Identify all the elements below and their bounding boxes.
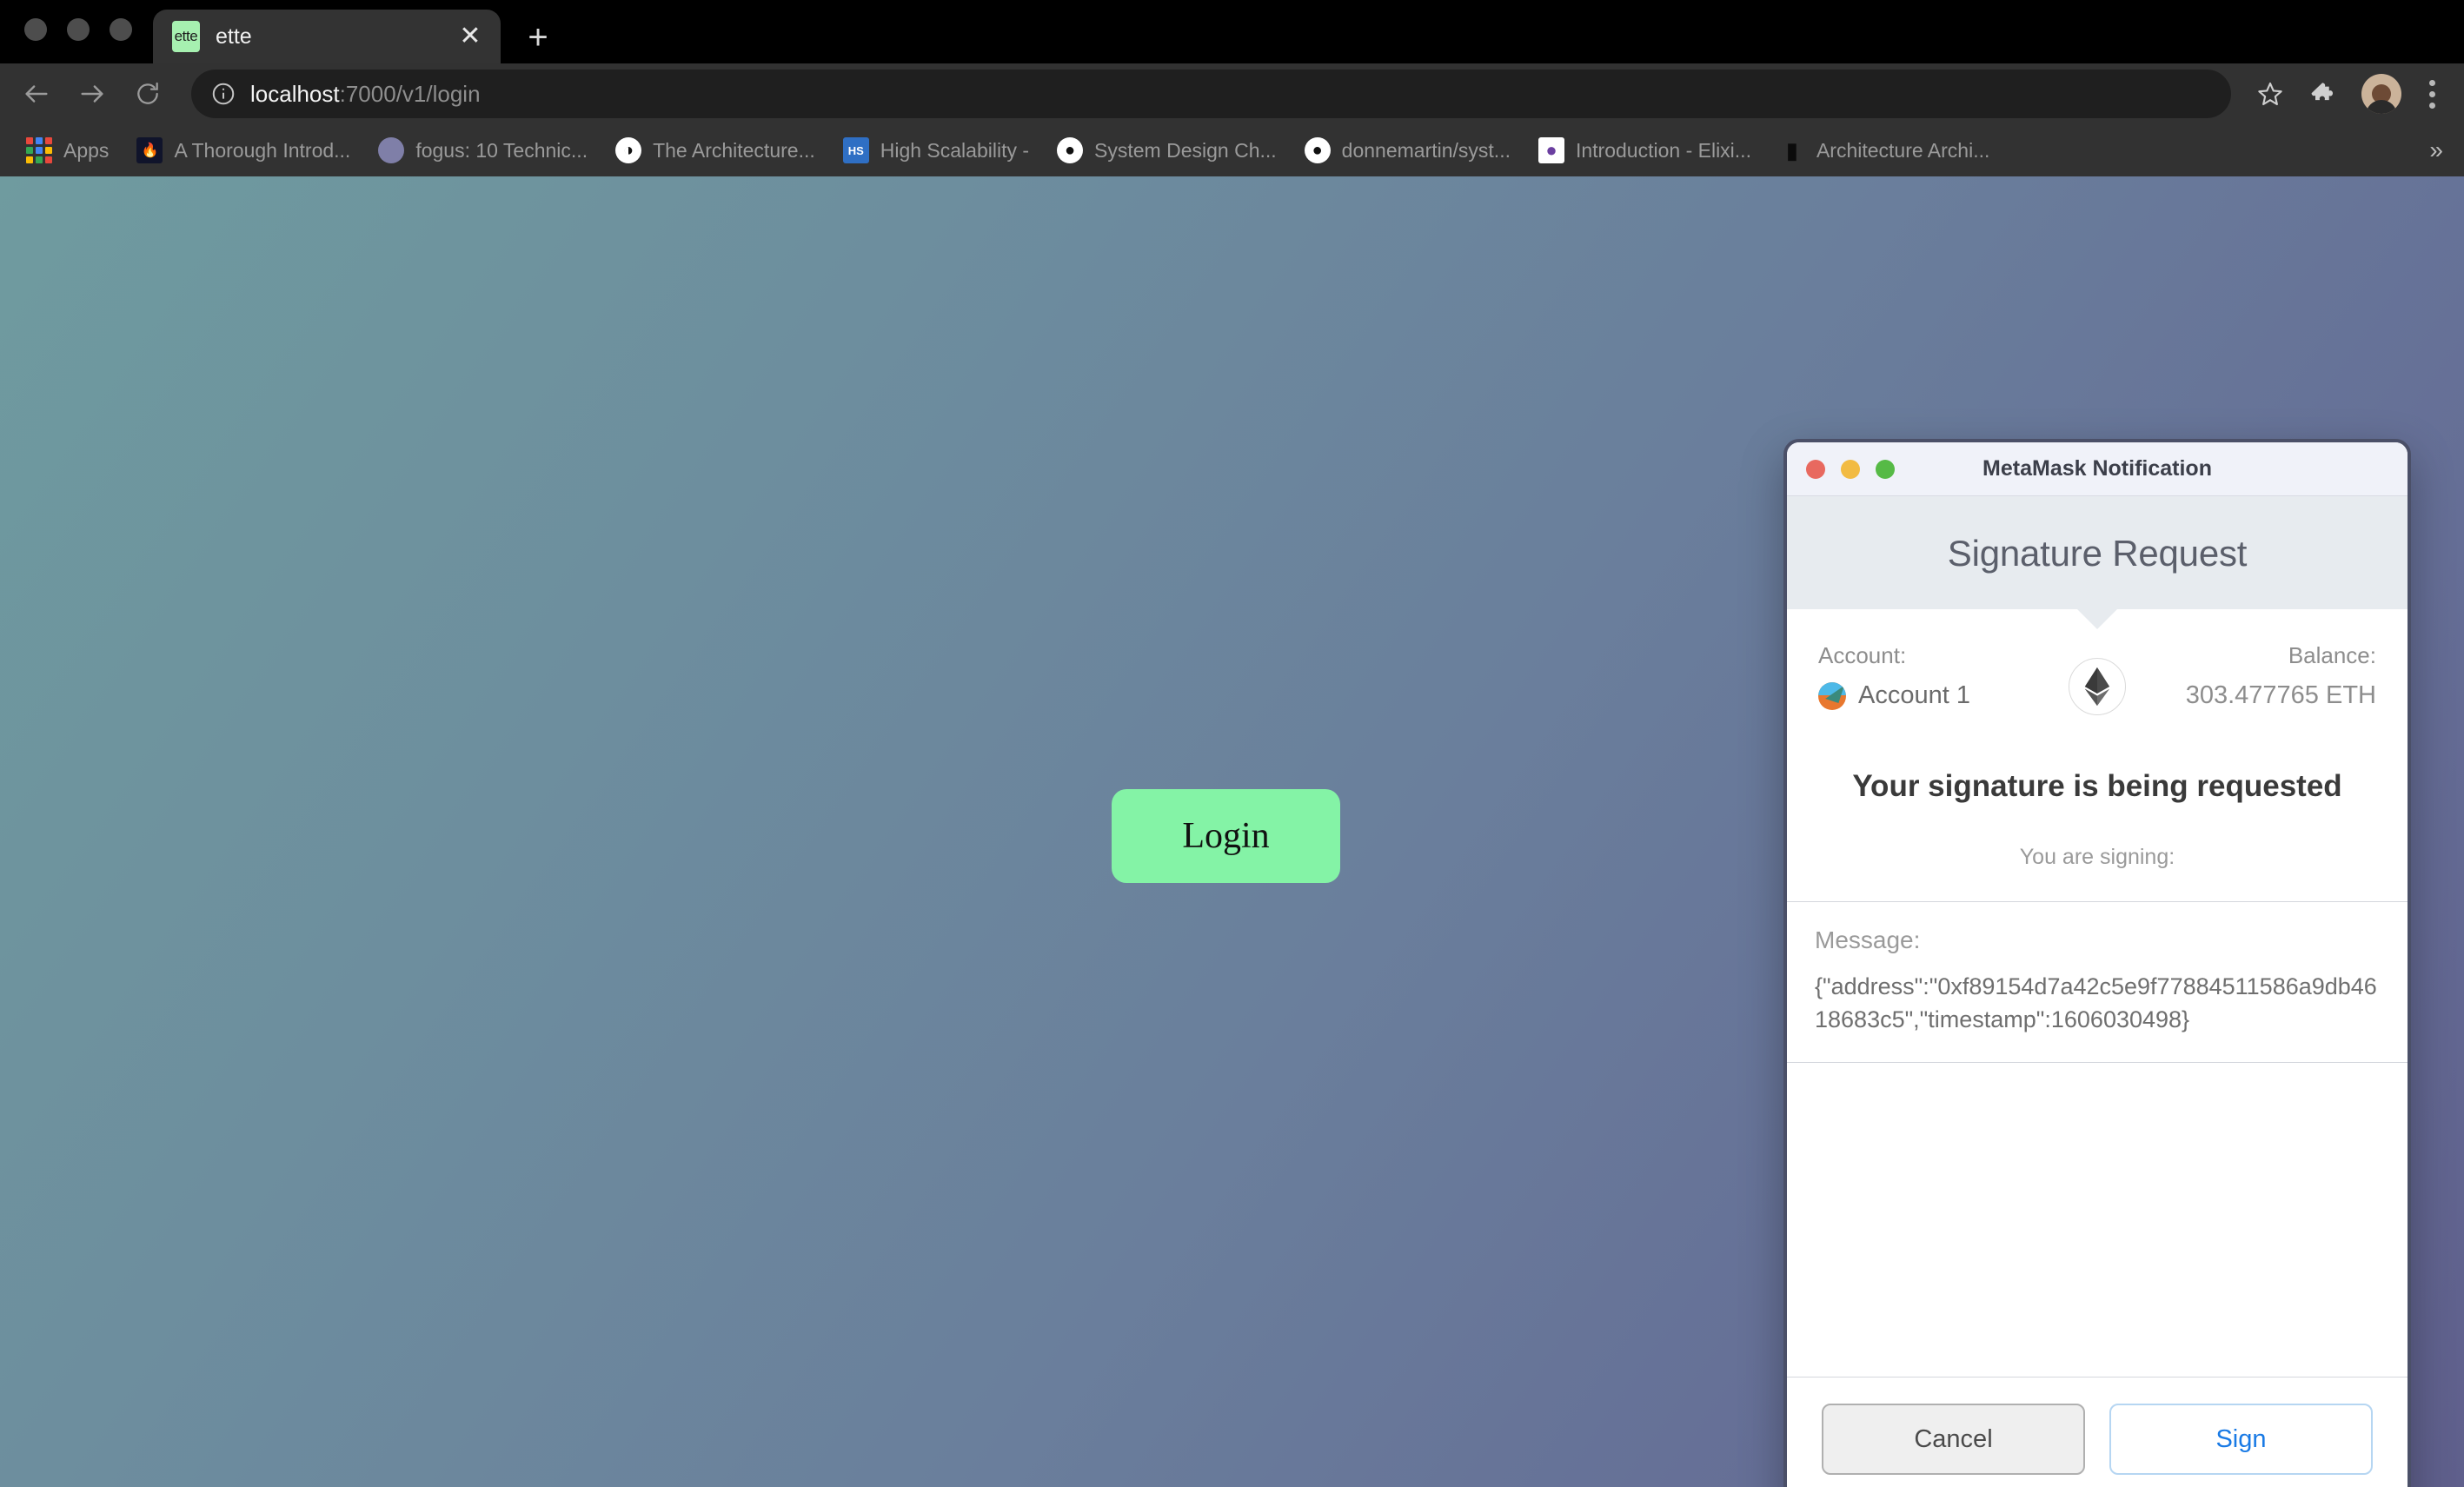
bookmark-label: The Architecture...	[653, 139, 815, 163]
bookmark-favicon-icon	[378, 137, 404, 163]
bookmark-item[interactable]: ◑ The Architecture...	[601, 137, 829, 163]
bookmarks-overflow-icon[interactable]: »	[2429, 136, 2452, 164]
balance-label: Balance:	[2097, 642, 2376, 669]
page-info-icon[interactable]	[210, 81, 236, 107]
bookmark-item[interactable]: ▮ Architecture Archi...	[1765, 137, 2003, 163]
bookmark-label: Introduction - Elixi...	[1576, 139, 1751, 163]
address-bar-url: localhost:7000/v1/login	[250, 81, 481, 108]
bookmark-item[interactable]: fogus: 10 Technic...	[364, 137, 601, 163]
bookmark-label: Architecture Archi...	[1816, 139, 1989, 163]
browser-tab[interactable]: ette ette ✕	[153, 10, 501, 63]
kebab-menu-icon[interactable]	[2412, 80, 2452, 109]
account-balance-row: Account: Account 1 Balance: 3	[1787, 609, 2408, 729]
balance-section: Balance: 303.477765 ETH	[2097, 642, 2376, 710]
metamask-titlebar: MetaMask Notification	[1787, 442, 2408, 496]
account-section: Account: Account 1	[1818, 642, 2097, 710]
metamask-minimize-button[interactable]	[1841, 460, 1860, 479]
bookmark-item[interactable]: ● donnemartin/syst...	[1291, 137, 1524, 163]
metamask-footer: Cancel Sign	[1787, 1377, 2408, 1487]
metamask-header: Signature Request	[1787, 496, 2408, 609]
window-close-button[interactable]	[24, 18, 47, 41]
bookmark-label: Apps	[63, 139, 109, 163]
account-name: Account 1	[1858, 681, 1970, 710]
window-controls	[0, 18, 132, 63]
bookmark-item[interactable]: 🔥 A Thorough Introd...	[123, 137, 364, 163]
message-scroll-area	[1787, 1063, 2408, 1377]
message-box: Message: {"address":"0xf89154d7a42c5e9f7…	[1787, 902, 2408, 1063]
bookmark-label: High Scalability -	[880, 139, 1029, 163]
address-bar-host: localhost	[250, 81, 340, 107]
bookmark-favicon-icon: ●	[1305, 137, 1331, 163]
window-minimize-button[interactable]	[67, 18, 90, 41]
bookmark-apps[interactable]: Apps	[12, 137, 123, 163]
page-viewport: Login MetaMask Notification Signature Re…	[0, 176, 2464, 1487]
browser-toolbar: localhost:7000/v1/login	[0, 63, 2464, 124]
balance-value: 303.477765 ETH	[2097, 681, 2376, 710]
you-are-signing-label: You are signing:	[1787, 807, 2408, 901]
address-bar-path: :7000/v1/login	[340, 81, 481, 107]
login-button[interactable]: Login	[1112, 789, 1340, 883]
ethereum-diamond-icon	[2069, 658, 2126, 715]
tab-favicon-icon: ette	[172, 21, 200, 52]
bookmark-favicon-icon: ●	[1538, 137, 1564, 163]
signature-request-heading: Signature Request	[1787, 533, 2408, 574]
profile-avatar-icon[interactable]	[2361, 74, 2401, 114]
bookmark-favicon-icon: 🔥	[136, 137, 163, 163]
bookmark-item[interactable]: HS High Scalability -	[829, 137, 1043, 163]
bookmark-favicon-icon: ●	[1057, 137, 1083, 163]
cancel-button[interactable]: Cancel	[1822, 1404, 2085, 1475]
bookmarks-bar: Apps 🔥 A Thorough Introd... fogus: 10 Te…	[0, 124, 2464, 176]
bookmark-item[interactable]: ● System Design Ch...	[1043, 137, 1291, 163]
signature-body-heading: Your signature is being requested	[1848, 767, 2347, 807]
avatar-body	[2366, 100, 2397, 114]
bookmark-label: System Design Ch...	[1094, 139, 1277, 163]
bookmark-favicon-icon: ◑	[615, 137, 641, 163]
back-arrow-icon[interactable]	[9, 66, 64, 122]
metamask-window-controls	[1787, 460, 1895, 479]
bookmark-item[interactable]: ● Introduction - Elixi...	[1524, 137, 1765, 163]
tab-strip: ette ette ✕ +	[0, 0, 2464, 63]
forward-arrow-icon[interactable]	[64, 66, 120, 122]
metamask-maximize-button[interactable]	[1876, 460, 1895, 479]
metamask-close-button[interactable]	[1806, 460, 1825, 479]
bookmark-label: fogus: 10 Technic...	[415, 139, 588, 163]
message-label: Message:	[1815, 926, 2380, 954]
puzzle-piece-icon[interactable]	[2297, 67, 2351, 121]
account-label: Account:	[1818, 642, 2097, 669]
bookmark-favicon-icon: HS	[843, 137, 869, 163]
star-icon[interactable]	[2243, 67, 2297, 121]
tab-title: ette	[216, 24, 455, 50]
bookmark-label: donnemartin/syst...	[1342, 139, 1511, 163]
browser-chrome: ette ette ✕ + localhost:7000/v1/login	[0, 0, 2464, 176]
tab-close-icon[interactable]: ✕	[455, 23, 485, 50]
signature-body-message: Your signature is being requested	[1787, 729, 2408, 807]
new-tab-button[interactable]: +	[516, 20, 560, 55]
sign-button[interactable]: Sign	[2109, 1404, 2373, 1475]
bookmark-favicon-icon: ▮	[1779, 137, 1805, 163]
reload-icon[interactable]	[120, 66, 176, 122]
apps-grid-icon	[26, 137, 52, 163]
window-maximize-button[interactable]	[110, 18, 132, 41]
message-value: {"address":"0xf89154d7a42c5e9f7788451158…	[1815, 970, 2380, 1037]
metamask-notification-window: MetaMask Notification Signature Request …	[1783, 439, 2411, 1487]
bookmark-label: A Thorough Introd...	[174, 139, 350, 163]
address-bar[interactable]: localhost:7000/v1/login	[191, 70, 2231, 118]
account-identicon-icon	[1818, 682, 1846, 710]
